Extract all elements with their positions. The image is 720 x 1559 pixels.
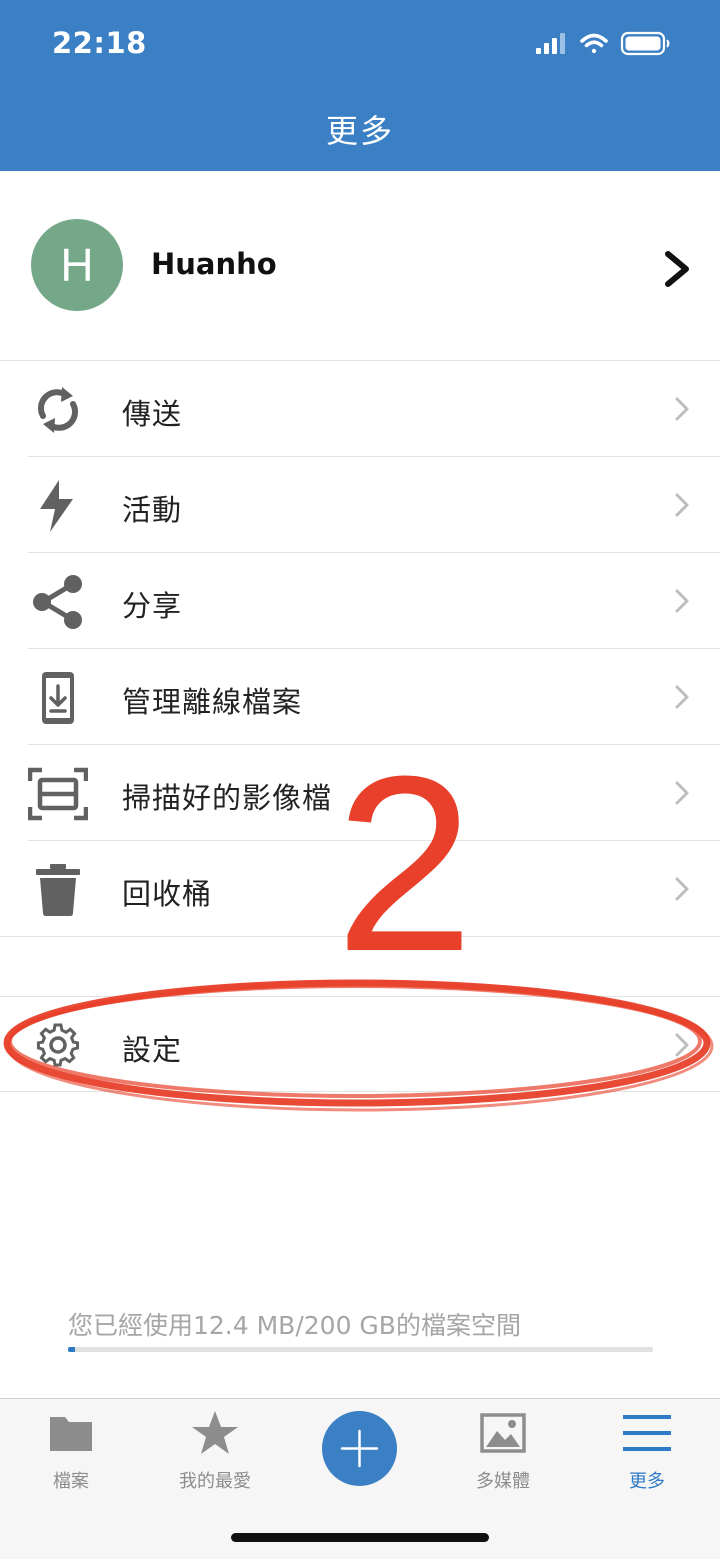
tab-label: 更多 [629,1471,665,1492]
chevron-right-icon [675,781,689,805]
profile-row[interactable]: H Huanho [0,171,720,361]
avatar: H [31,219,123,311]
menu-item-sharing[interactable]: 分享 [0,553,720,649]
storage-usage-bar [68,1347,653,1352]
storage-usage-text: 您已經使用12.4 MB/200 GB的檔案空間 [68,1311,521,1340]
chevron-right-icon [675,493,689,517]
menu-item-activity[interactable]: 活動 [0,457,720,553]
folder-icon [50,1417,92,1451]
menu-item-label: 管理離線檔案 [122,685,303,719]
chevron-right-icon [675,1033,689,1057]
gear-icon [36,1023,80,1067]
chevron-right-icon [675,877,689,901]
tab-label: 檔案 [53,1471,89,1492]
divider [0,936,720,937]
menu-item-label: 分享 [122,589,183,623]
star-icon [192,1411,238,1454]
storage-usage-fill [68,1347,76,1352]
tab-files[interactable]: 檔案 [11,1409,131,1499]
scan-icon [28,767,88,821]
status-icons [536,31,670,56]
settings-label: 設定 [122,1033,183,1067]
phone-download-icon [42,672,74,724]
tab-media[interactable]: 多媒體 [443,1409,563,1499]
signal-icon [536,33,565,54]
menu-item-label: 活動 [122,493,183,527]
chevron-right-icon [675,685,689,709]
menu-item-settings[interactable]: 設定 [0,996,720,1092]
more-menu-list: 傳送 活動 分享 管理離線檔案 掃描好的影像檔 回收桶 [0,361,720,937]
menu-icon [623,1415,671,1451]
sync-icon [38,387,78,433]
image-icon [480,1413,526,1453]
page-title: 更多 [325,112,394,150]
menu-item-label: 回收桶 [122,877,213,911]
top-bar: 22:18 更多 [0,0,720,171]
status-time: 22:18 [52,26,147,60]
tab-label: 多媒體 [476,1471,530,1492]
plus-icon [340,1429,379,1468]
menu-item-offline-files[interactable]: 管理離線檔案 [0,649,720,745]
menu-item-label: 傳送 [122,397,183,431]
chevron-right-icon [675,589,689,613]
share-icon [33,575,82,629]
tab-label: 我的最愛 [179,1471,251,1492]
menu-item-label: 掃描好的影像檔 [122,781,333,815]
menu-item-transfers[interactable]: 傳送 [0,361,720,457]
chevron-right-icon [675,397,689,421]
menu-item-scans[interactable]: 掃描好的影像檔 [0,745,720,841]
battery-icon [620,31,670,56]
chevron-right-icon [665,251,689,287]
profile-name: Huanho [151,247,277,281]
lightning-icon [40,480,73,532]
tab-more[interactable]: 更多 [587,1409,707,1499]
add-button[interactable] [322,1411,397,1486]
menu-item-trash[interactable]: 回收桶 [0,841,720,937]
trash-icon [36,864,80,916]
tab-favorites[interactable]: 我的最愛 [155,1409,275,1499]
wifi-icon [580,33,608,54]
home-indicator [231,1533,489,1542]
